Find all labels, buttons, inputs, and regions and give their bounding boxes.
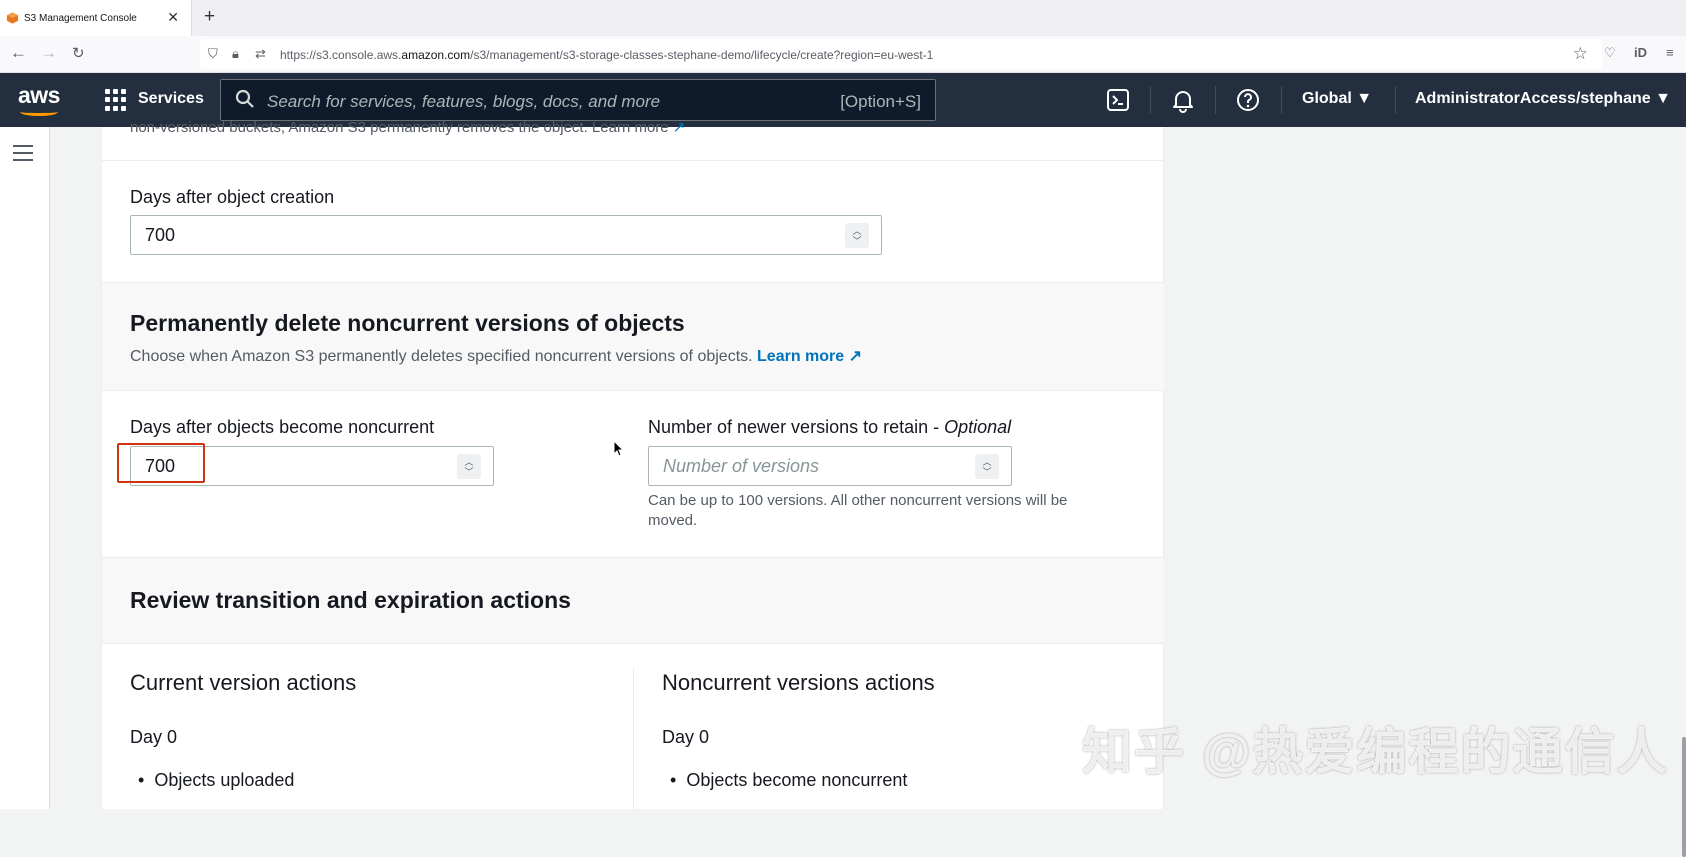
scrollbar-thumb[interactable] xyxy=(1682,737,1686,857)
hamburger-menu-icon[interactable] xyxy=(13,145,33,166)
lifecycle-rule-form: non-versioned buckets, Amazon S3 permane… xyxy=(101,119,1165,809)
bookmark-star-icon[interactable]: ☆ xyxy=(1573,44,1588,64)
url-bar[interactable]: ⛉ 🔒︎ ⇄ https://s3.console.aws.amazon.com… xyxy=(200,39,1602,69)
noncurrent-actions-item: • Objects become noncurrent xyxy=(670,770,908,790)
days-after-creation-label: Days after object creation xyxy=(130,187,335,207)
watermark: 知乎 @热爱编程的通信人 xyxy=(1082,724,1669,780)
search-shortcut-hint: [Option+S] xyxy=(840,92,921,111)
lock-icon[interactable]: 🔒︎ xyxy=(232,46,239,62)
aws-logo-smile xyxy=(20,108,58,116)
search-input[interactable]: Search for services, features, blogs, do… xyxy=(220,79,936,121)
learn-more-link[interactable]: Learn more xyxy=(757,348,844,365)
section-divider xyxy=(102,390,1165,391)
tab-title: S3 Management Console xyxy=(24,12,137,24)
noncurrent-section-title: Permanently delete noncurrent versions o… xyxy=(130,310,685,336)
nav-divider xyxy=(1281,86,1282,114)
browser-toolbar: ← → ↻ ⛉ 🔒︎ ⇄ https://s3.console.aws.amaz… xyxy=(0,36,1686,73)
services-menu-button[interactable]: Services xyxy=(138,90,204,108)
forward-arrow-icon[interactable]: → xyxy=(40,43,57,63)
noncurrent-section-description: Choose when Amazon S3 permanently delete… xyxy=(130,348,863,365)
browser-tab-bar: S3 Management Console ✕ + xyxy=(0,0,1686,36)
aws-s3-favicon-icon xyxy=(6,12,19,24)
section-divider xyxy=(102,160,1165,161)
external-link-icon[interactable]: ↗ xyxy=(849,348,862,365)
partial-description: non-versioned buckets, Amazon S3 permane… xyxy=(130,119,686,136)
current-actions-day: Day 0 xyxy=(130,727,178,747)
newer-versions-label: Number of newer versions to retain - Opt… xyxy=(648,417,1012,437)
number-stepper-icon[interactable]: ︿ ﹀ xyxy=(845,223,869,248)
browser-tab[interactable]: S3 Management Console ✕ xyxy=(0,0,191,36)
new-tab-button[interactable]: + xyxy=(204,6,215,28)
cloudshell-icon[interactable] xyxy=(1105,87,1131,113)
review-section-title: Review transition and expiration actions xyxy=(130,587,571,613)
nav-divider xyxy=(1215,86,1216,114)
nav-divider xyxy=(1395,86,1396,114)
newer-versions-placeholder: Number of versions xyxy=(663,456,820,476)
days-noncurrent-label: Days after objects become noncurrent xyxy=(130,417,435,437)
account-menu[interactable]: AdministratorAccess/stephane ▼ xyxy=(1415,90,1671,108)
help-icon[interactable] xyxy=(1235,87,1261,113)
current-actions-title: Current version actions xyxy=(130,670,357,695)
region-selector[interactable]: Global ▼ xyxy=(1302,90,1372,108)
aws-logo[interactable]: aws xyxy=(18,82,60,109)
services-grid-icon[interactable] xyxy=(105,89,127,111)
bell-icon[interactable] xyxy=(1170,87,1196,113)
pocket-icon[interactable]: ♡ xyxy=(1604,45,1616,61)
days-after-creation-value: 700 xyxy=(145,225,176,245)
url-text[interactable]: https://s3.console.aws.amazon.com/s3/man… xyxy=(280,48,933,62)
section-divider xyxy=(102,282,1165,283)
section-divider xyxy=(102,643,1165,644)
number-stepper-icon[interactable]: ︿ ﹀ xyxy=(975,454,999,479)
extension-icon[interactable]: iD xyxy=(1634,45,1647,60)
back-arrow-icon[interactable]: ← xyxy=(10,43,27,63)
mouse-cursor-icon xyxy=(613,440,625,457)
shield-icon[interactable]: ⛉ xyxy=(208,46,218,62)
menu-icon[interactable]: ≡ xyxy=(1666,45,1674,60)
noncurrent-actions-title: Noncurrent versions actions xyxy=(662,670,935,695)
column-divider xyxy=(633,667,634,809)
reload-icon[interactable]: ↻ xyxy=(72,44,85,62)
section-divider xyxy=(102,557,1165,558)
number-stepper-icon[interactable]: ︿ ﹀ xyxy=(457,454,481,479)
permissions-icon[interactable]: ⇄ xyxy=(255,46,266,62)
close-tab-icon[interactable]: ✕ xyxy=(167,9,179,26)
highlight-annotation-box xyxy=(117,443,205,483)
nav-divider xyxy=(1150,86,1151,114)
newer-versions-input[interactable]: Number of versions ︿ ﹀ xyxy=(648,446,1012,486)
noncurrent-actions-day: Day 0 xyxy=(662,727,710,747)
days-after-creation-input[interactable]: 700 ︿ ﹀ xyxy=(130,215,882,255)
search-placeholder: Search for services, features, blogs, do… xyxy=(267,92,661,111)
page-background xyxy=(1164,127,1686,857)
search-icon xyxy=(235,89,254,108)
newer-versions-help: Can be up to 100 versions. All other non… xyxy=(648,492,1068,529)
side-navigation-rail xyxy=(0,127,50,809)
current-actions-item: • Objects uploaded xyxy=(138,770,295,790)
